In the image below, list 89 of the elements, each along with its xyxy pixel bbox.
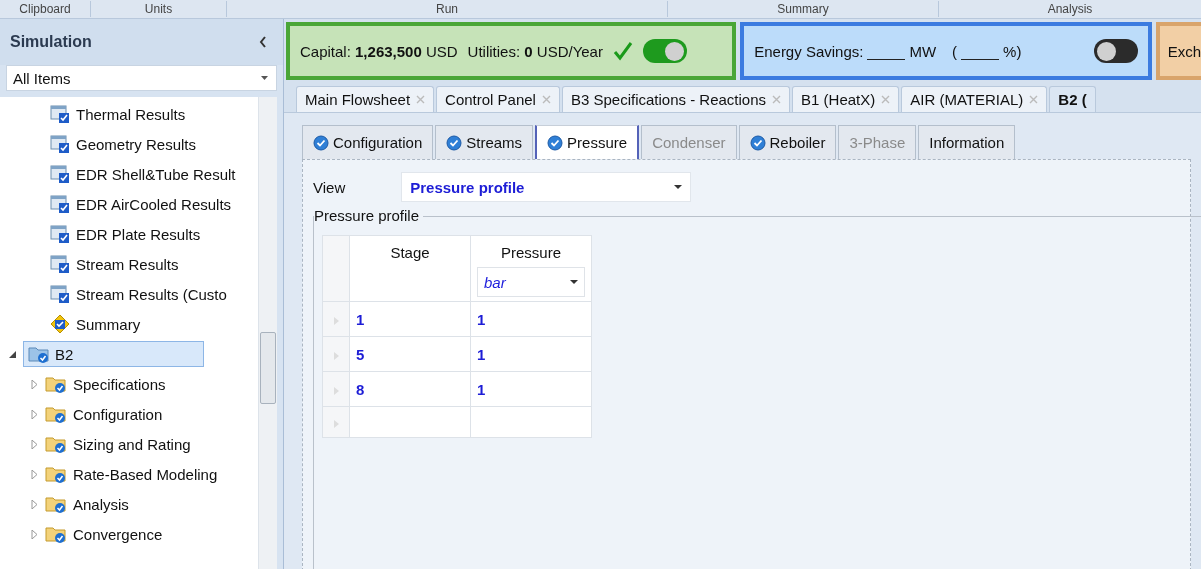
tree-item[interactable]: Convergence xyxy=(73,525,163,543)
table-cell[interactable]: 5 xyxy=(349,336,471,372)
tree-item[interactable]: Stream Results (Custo xyxy=(76,285,227,303)
row-marker-icon[interactable] xyxy=(333,386,339,395)
scrollbar-thumb[interactable] xyxy=(260,332,276,404)
results-table-icon xyxy=(50,254,70,274)
results-table-icon xyxy=(50,164,70,184)
tree-item[interactable]: Rate-Based Modeling xyxy=(73,465,218,483)
tree-item[interactable]: EDR AirCooled Results xyxy=(76,195,232,213)
close-icon[interactable] xyxy=(541,95,551,104)
document-tab[interactable]: Control Panel xyxy=(436,86,560,112)
tree-item[interactable]: Specifications xyxy=(73,375,166,393)
energy-savings-label: Energy Savings: xyxy=(754,42,864,60)
tree-item[interactable]: Summary xyxy=(76,315,141,333)
document-tab[interactable]: B2 ( xyxy=(1049,86,1096,112)
form-tab[interactable]: Streams xyxy=(435,125,534,159)
utilities-text: Utilities: 0 USD/Year xyxy=(467,42,603,60)
expander-icon[interactable] xyxy=(8,349,17,359)
toggle-switch[interactable] xyxy=(1093,39,1138,63)
close-icon[interactable] xyxy=(881,95,891,104)
results-table-icon xyxy=(50,284,70,304)
tree-item[interactable]: Stream Results xyxy=(76,255,179,273)
ribbon-group-label: Clipboard xyxy=(0,1,91,17)
document-tab[interactable]: AIR (MATERIAL) xyxy=(901,86,1048,112)
complete-check-icon xyxy=(313,134,329,151)
table-cell[interactable]: 8 xyxy=(349,371,471,407)
document-tab[interactable]: Main Flowsheet xyxy=(296,86,435,112)
column-header: Stage xyxy=(349,235,471,302)
complete-check-icon xyxy=(446,134,463,151)
tree-item[interactable]: Analysis xyxy=(73,495,129,513)
summary-icon xyxy=(50,314,70,334)
tree-item[interactable]: Configuration xyxy=(73,405,163,423)
table-cell[interactable]: 1 xyxy=(349,301,471,337)
close-icon[interactable] xyxy=(772,95,782,104)
table-cell[interactable]: 1 xyxy=(470,301,592,337)
close-icon[interactable] xyxy=(416,95,426,104)
document-tab[interactable]: B1 (HeatX) xyxy=(792,86,900,112)
ribbon-group-label: Analysis xyxy=(1046,1,1094,17)
folder-icon xyxy=(45,464,67,484)
column-header: Pressure bar xyxy=(470,235,592,302)
view-label: View xyxy=(313,178,346,196)
results-table-icon xyxy=(50,224,70,244)
tree-item[interactable]: EDR Plate Results xyxy=(76,225,201,243)
row-marker-icon[interactable] xyxy=(333,419,339,428)
table-cell[interactable]: 1 xyxy=(470,371,592,407)
tree-item[interactable]: Sizing and Rating xyxy=(73,435,191,453)
results-table-icon xyxy=(50,194,70,214)
table-cell[interactable]: 1 xyxy=(470,336,592,372)
group-title: Pressure profile xyxy=(314,207,424,225)
tree-item[interactable]: Geometry Results xyxy=(76,135,197,153)
dropdown-arrow-icon xyxy=(674,185,683,189)
form-tab[interactable]: Reboiler xyxy=(738,125,837,159)
document-tab[interactable]: B3 Specifications - Reactions xyxy=(561,86,791,112)
complete-check-icon xyxy=(749,134,766,151)
paren-text: ( xyxy=(952,42,958,60)
ribbon-group-label: Summary xyxy=(668,1,939,17)
folder-icon xyxy=(45,374,67,394)
capital-text: Capital: 1,263,500 USD xyxy=(300,42,458,60)
row-marker-icon[interactable] xyxy=(333,316,339,325)
ribbon-group-label: Run xyxy=(227,1,668,17)
results-table-icon xyxy=(50,134,70,154)
folder-icon xyxy=(45,404,67,424)
tree-item[interactable]: EDR Shell&Tube Result xyxy=(76,165,236,183)
ribbon-group-label: Units xyxy=(91,1,227,17)
tree-item[interactable]: B2 xyxy=(23,341,205,367)
form-tab[interactable]: Pressure xyxy=(535,125,640,159)
dropdown-arrow-icon xyxy=(261,76,268,80)
sidebar-title: Simulation xyxy=(10,33,92,51)
results-table-icon xyxy=(50,104,70,124)
view-dropdown[interactable]: Pressure profile xyxy=(401,172,692,202)
form-tab[interactable]: Information xyxy=(918,125,1016,159)
dropdown-arrow-icon xyxy=(570,280,578,284)
close-icon[interactable] xyxy=(1029,95,1039,104)
complete-check-icon xyxy=(547,134,564,151)
scrollbar[interactable] xyxy=(258,97,277,569)
form-tab[interactable]: Configuration xyxy=(302,125,434,159)
collapse-icon[interactable] xyxy=(259,36,267,48)
folder-icon xyxy=(45,494,67,514)
row-marker-icon[interactable] xyxy=(333,351,339,360)
unit-dropdown[interactable]: bar xyxy=(477,267,585,297)
filter-dropdown[interactable]: All Items xyxy=(6,65,277,91)
percent-text: %) xyxy=(1003,42,1022,60)
folder-icon xyxy=(45,524,67,544)
exchanger-text: Exch xyxy=(1167,42,1201,60)
folder-icon xyxy=(45,434,67,454)
toggle-switch[interactable] xyxy=(642,39,687,63)
unit-text: MW xyxy=(909,42,937,60)
block-folder-icon xyxy=(28,344,50,364)
tree-item[interactable]: Thermal Results xyxy=(76,105,186,123)
